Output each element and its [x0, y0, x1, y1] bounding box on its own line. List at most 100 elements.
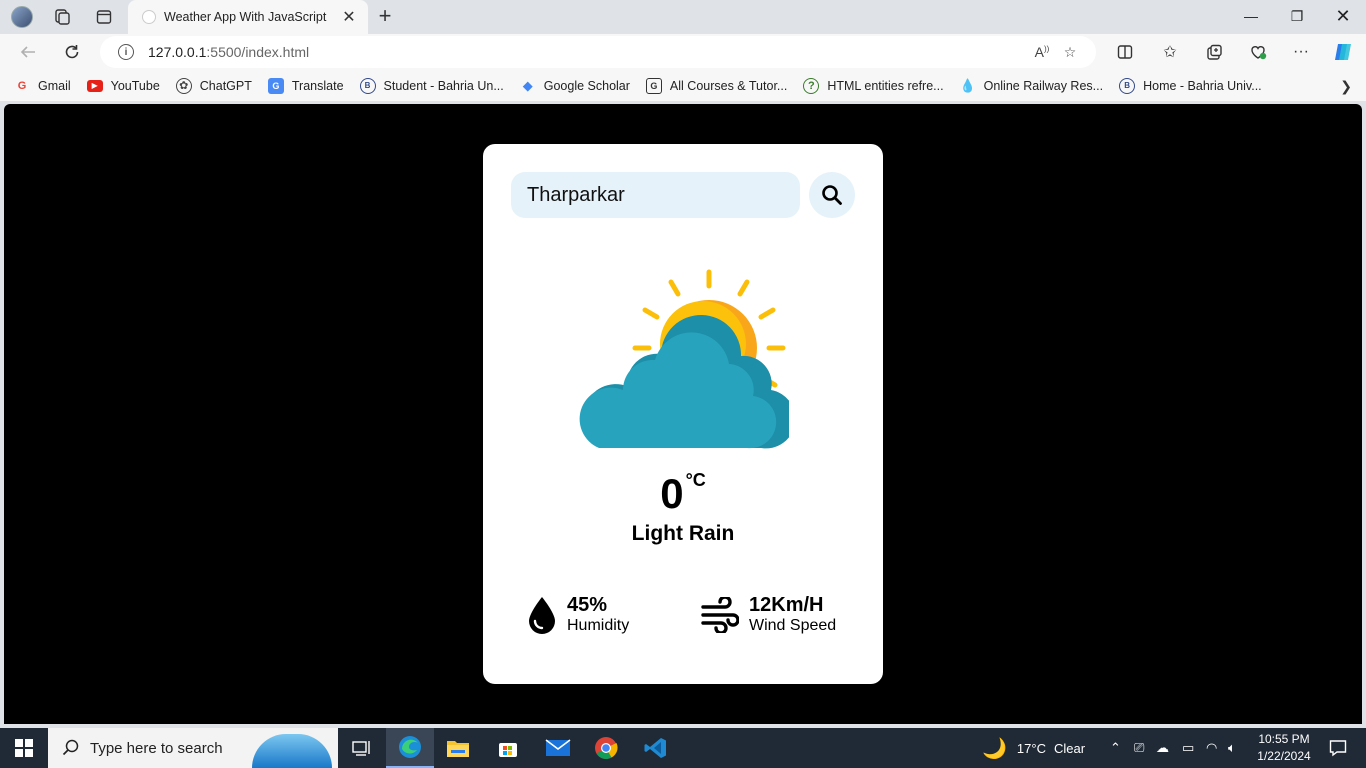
split-screen-icon[interactable] — [1110, 38, 1140, 66]
taskbar-search-box[interactable]: Type here to search — [48, 728, 338, 768]
site-info-icon[interactable]: i — [118, 44, 134, 60]
bookmarks-bar: G Gmail ▶ YouTube ✿ ChatGPT G Translate B Stu… — [0, 70, 1366, 102]
youtube-icon: ▶ — [86, 79, 103, 92]
bookmark-html-entities[interactable]: ? HTML entities refre... — [803, 77, 944, 94]
more-options-icon[interactable]: ··· — [1286, 38, 1316, 66]
weather-card: 0°C Light Rain 45% Humidity 12Km — [483, 144, 883, 684]
tab-title: Weather App With JavaScript — [164, 10, 327, 24]
windows-logo-icon — [15, 739, 33, 757]
clock-date: 1/22/2024 — [1257, 749, 1311, 763]
bahria-icon: B — [359, 77, 376, 94]
humidity-block: 45% Humidity — [527, 594, 629, 636]
bookmark-gmail[interactable]: G Gmail — [14, 78, 71, 94]
active-tab[interactable]: Weather App With JavaScript ✕ — [128, 0, 368, 34]
temperature-unit: °C — [685, 470, 706, 490]
task-view-button[interactable] — [338, 728, 386, 768]
taskbar-weather[interactable]: 🌙 17°C Clear — [982, 728, 1085, 768]
url-path: :5500/index.html — [206, 44, 310, 60]
moon-icon: 🌙 — [982, 737, 1007, 760]
copilot-icon[interactable] — [1328, 38, 1358, 66]
humidity-value: 45% — [567, 594, 608, 616]
bookmark-label: Student - Bahria Un... — [383, 78, 504, 93]
edge-taskbar-icon[interactable] — [386, 728, 434, 768]
wind-icon — [701, 597, 739, 633]
tab-favicon-icon — [142, 10, 156, 24]
chatgpt-icon: ✿ — [175, 77, 192, 94]
show-hidden-icons-icon[interactable]: ⌃ — [1110, 728, 1121, 768]
wind-label: Wind Speed — [749, 617, 837, 634]
gmail-icon: G — [17, 79, 27, 92]
address-toolbar: i 127.0.0.1:5500/index.html A)) ☆ ✩ ··· — [0, 34, 1366, 70]
search-highlight-image — [252, 734, 332, 768]
humidity-label: Humidity — [567, 617, 630, 634]
bookmark-google-scholar[interactable]: ◆ Google Scholar — [520, 78, 630, 94]
wifi-icon[interactable]: ◠ — [1206, 728, 1217, 768]
scholar-icon: ◆ — [522, 77, 533, 93]
back-button[interactable] — [14, 38, 42, 66]
volume-icon[interactable]: 🔈︎ — [1228, 728, 1236, 768]
reload-button[interactable] — [58, 38, 86, 66]
water-drop-icon — [529, 597, 555, 634]
workspaces-icon[interactable] — [48, 4, 76, 30]
temperature-value: 0 — [660, 470, 684, 517]
bookmark-label: HTML entities refre... — [827, 78, 944, 93]
browser-essentials-icon[interactable] — [1243, 38, 1273, 66]
microsoft-store-taskbar-icon[interactable] — [484, 728, 532, 768]
bookmark-label: ChatGPT — [199, 78, 252, 93]
bookmark-label: Translate — [291, 78, 344, 93]
network-status-icon[interactable]: ☁ — [1156, 728, 1169, 768]
search-button[interactable] — [809, 172, 855, 218]
url-text[interactable]: 127.0.0.1:5500/index.html — [148, 44, 1028, 60]
new-tab-button[interactable]: + — [372, 3, 398, 29]
favorite-star-icon[interactable]: ☆ — [1056, 44, 1084, 61]
bookmark-all-courses[interactable]: G All Courses & Tutor... — [645, 77, 788, 94]
collections-icon[interactable] — [1199, 38, 1229, 66]
weather-condition: Light Rain — [631, 522, 735, 545]
bookmark-youtube[interactable]: ▶ YouTube — [86, 79, 160, 93]
meet-now-icon[interactable]: ⎚ — [1134, 728, 1144, 768]
taskbar-weather-temp: 17°C — [1016, 740, 1046, 756]
temperature-display: 0 °C — [483, 470, 883, 518]
address-bar[interactable]: i 127.0.0.1:5500/index.html A)) ☆ — [100, 36, 1096, 68]
bookmark-label: Online Railway Res... — [983, 78, 1104, 93]
browser-tab-strip: Weather App With JavaScript ✕ + — ❐ ✕ — [0, 0, 1366, 34]
close-window-button[interactable]: ✕ — [1320, 0, 1366, 32]
bookmark-label: Gmail — [38, 78, 71, 93]
url-host: 127.0.0.1 — [148, 44, 207, 60]
favorites-icon[interactable]: ✩ — [1155, 38, 1185, 66]
restore-button[interactable]: ❐ — [1274, 0, 1320, 32]
search-icon — [62, 739, 79, 756]
vscode-taskbar-icon[interactable] — [632, 728, 680, 768]
chrome-taskbar-icon[interactable] — [582, 728, 630, 768]
bookmark-label: All Courses & Tutor... — [669, 78, 788, 93]
start-button[interactable] — [0, 728, 48, 768]
partly-cloudy-icon — [579, 269, 789, 449]
minimize-button[interactable]: — — [1228, 0, 1274, 32]
bookmark-student-bahria[interactable]: B Student - Bahria Un... — [359, 77, 504, 94]
clock-time: 10:55 PM — [1258, 732, 1310, 746]
page-viewport: 0°C Light Rain 45% Humidity 12Km — [4, 104, 1362, 724]
help-icon: ? — [803, 77, 820, 94]
bookmark-label: Home - Bahria Univ... — [1143, 78, 1262, 93]
profile-avatar[interactable] — [8, 4, 36, 30]
wind-block: 12Km/H Wind Speed — [701, 594, 836, 636]
battery-icon[interactable]: ▭ — [1182, 728, 1194, 768]
mail-taskbar-icon[interactable] — [534, 728, 582, 768]
bookmark-translate[interactable]: G Translate — [267, 77, 344, 94]
tab-close-icon[interactable]: ✕ — [340, 7, 358, 27]
taskbar-clock[interactable]: 10:55 PM 1/22/2024 — [1254, 731, 1314, 765]
chevron-right-icon[interactable]: ❯ — [1340, 78, 1352, 95]
read-aloud-icon[interactable]: A)) — [1028, 44, 1056, 60]
windows-taskbar: Type here to search 🌙 17°C Clear ⌃ ⎚ ☁ ▭… — [0, 728, 1366, 768]
bookmark-chatgpt[interactable]: ✿ ChatGPT — [175, 77, 252, 94]
search-icon — [822, 185, 842, 205]
notifications-icon[interactable] — [1318, 728, 1358, 768]
bahria-icon: B — [1119, 77, 1136, 94]
courses-icon: G — [645, 77, 662, 94]
file-explorer-taskbar-icon[interactable] — [434, 728, 482, 768]
city-search-input[interactable] — [511, 172, 800, 218]
bookmark-home-bahria[interactable]: B Home - Bahria Univ... — [1119, 77, 1262, 94]
bookmark-online-railway[interactable]: 💧 Online Railway Res... — [960, 78, 1104, 94]
wind-value: 12Km/H — [749, 594, 824, 616]
tab-actions-icon[interactable] — [90, 4, 118, 30]
